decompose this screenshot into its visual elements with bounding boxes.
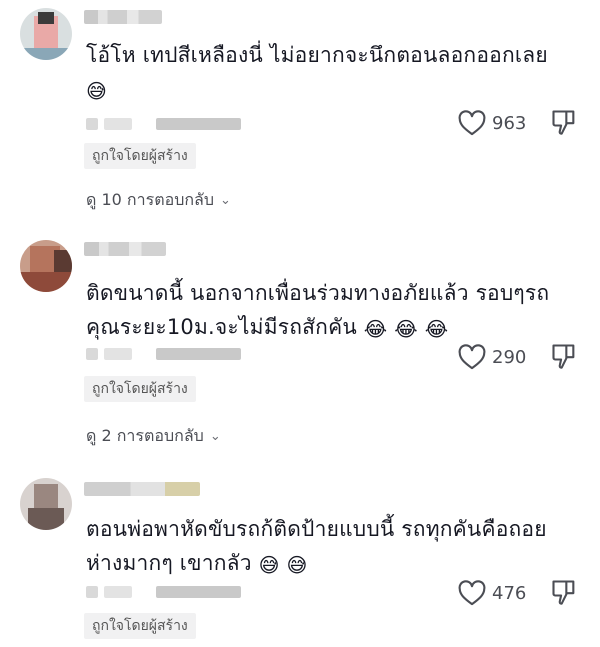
view-replies-label: ดู 2 การตอบกลับ — [86, 426, 204, 445]
like-count: 963 — [492, 112, 527, 134]
comment-text: ติดขนาดนี้ นอกจากเพื่อนร่วมทางอภัยแล้ว ร… — [86, 276, 566, 346]
username-blurred[interactable] — [84, 482, 200, 496]
like-button[interactable]: 963 — [458, 108, 538, 138]
comment-body: ติดขนาดนี้ นอกจากเพื่อนร่วมทางอภัยแล้ว ร… — [86, 281, 550, 339]
comment-text: โอ้โห เทปสีเหลืองนี่ ไม่อยากจะนึกตอนลอกอ… — [86, 38, 556, 108]
dislike-button[interactable] — [550, 342, 578, 370]
chevron-down-icon: ⌄ — [220, 193, 231, 208]
emoji: 😅 — [86, 79, 108, 103]
username-blurred[interactable] — [84, 242, 166, 256]
dislike-button[interactable] — [550, 108, 578, 136]
view-replies-button[interactable]: ดู 2 การตอบกลับ ⌄ — [86, 424, 221, 449]
thumbs-down-outline-icon — [552, 580, 575, 605]
emoji: 😅 — [286, 553, 308, 577]
avatar[interactable] — [20, 478, 72, 530]
heart-outline-icon — [458, 580, 486, 606]
emoji: 😅 — [258, 553, 280, 577]
heart-outline-icon — [458, 110, 486, 136]
like-count: 290 — [492, 346, 527, 368]
chevron-down-icon: ⌄ — [209, 429, 221, 444]
comment-text: ตอนพ่อพาหัดขับรถก้ติดป้ายแบบนี้ รถทุกคัน… — [86, 512, 566, 582]
thumbs-down-outline-icon — [552, 344, 575, 369]
dislike-button[interactable] — [550, 578, 578, 606]
username-blurred[interactable] — [84, 10, 162, 24]
like-count: 476 — [492, 582, 527, 604]
avatar[interactable] — [20, 240, 72, 292]
heart-outline-icon — [458, 344, 486, 370]
view-replies-label: ดู 10 การตอบกลับ — [86, 190, 214, 209]
comment-body: ตอนพ่อพาหัดขับรถก้ติดป้ายแบบนี้ รถทุกคัน… — [86, 517, 547, 575]
creator-liked-badge: ถูกใจโดยผู้สร้าง — [84, 376, 196, 402]
creator-liked-badge: ถูกใจโดยผู้สร้าง — [84, 613, 196, 639]
emoji: 😂 — [394, 317, 418, 341]
creator-liked-badge: ถูกใจโดยผู้สร้าง — [84, 143, 196, 169]
like-button[interactable]: 290 — [458, 342, 538, 372]
emoji: 😂 — [363, 317, 388, 341]
avatar[interactable] — [20, 8, 72, 60]
thumbs-down-outline-icon — [552, 110, 575, 135]
comment-body: โอ้โห เทปสีเหลืองนี่ ไม่อยากจะนึกตอนลอกอ… — [86, 43, 548, 67]
like-button[interactable]: 476 — [458, 578, 538, 608]
emoji: 😂 — [424, 317, 449, 341]
view-replies-button[interactable]: ดู 10 การตอบกลับ ⌄ — [86, 188, 231, 213]
